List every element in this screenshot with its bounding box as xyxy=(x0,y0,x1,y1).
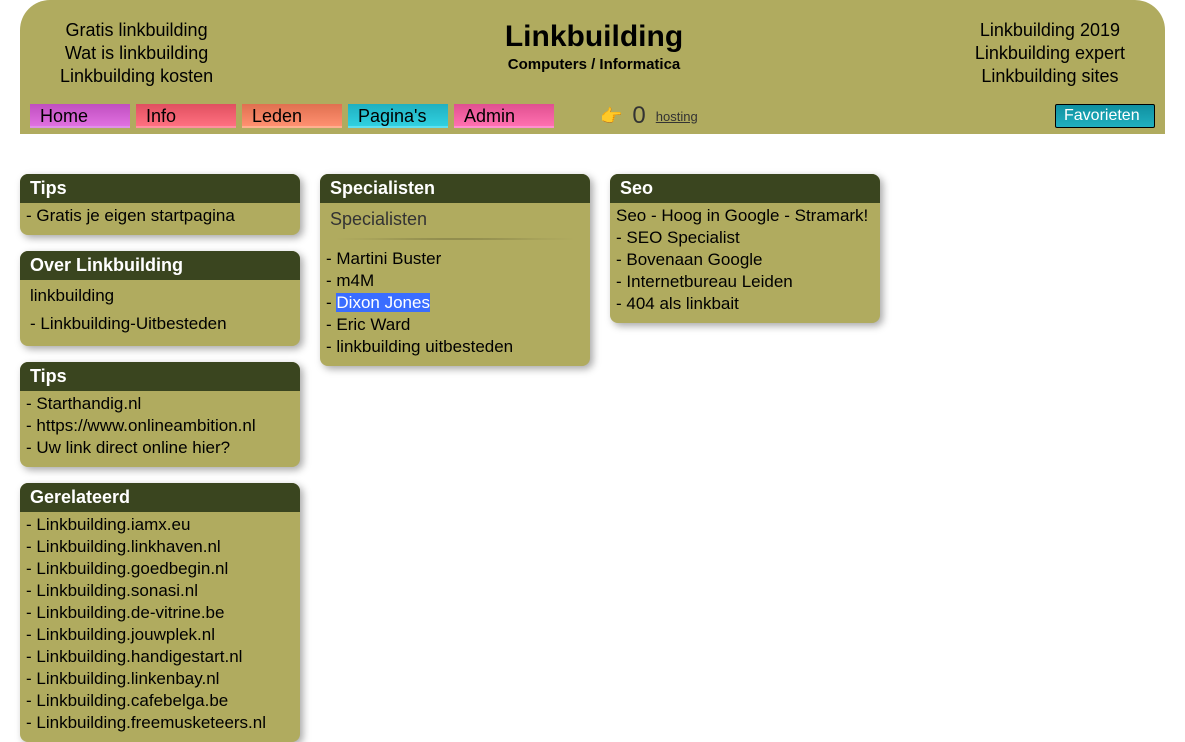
list-link[interactable]: Linkbuilding.handigestart.nl xyxy=(36,647,242,666)
header: Gratis linkbuilding Wat is linkbuilding … xyxy=(20,0,1165,134)
list-item[interactable]: Linkbuilding.freemusketeers.nl xyxy=(26,712,294,734)
header-left-link[interactable]: Gratis linkbuilding xyxy=(66,20,208,41)
list-link[interactable]: Eric Ward xyxy=(336,315,410,334)
nav-hosting-link[interactable]: hosting xyxy=(656,109,698,124)
list-item[interactable]: Bovenaan Google xyxy=(616,249,874,271)
box-header: Seo xyxy=(610,174,880,203)
box-tips-2: Tips Starthandig.nl https://www.onlineam… xyxy=(20,362,300,467)
header-right-link[interactable]: Linkbuilding expert xyxy=(975,43,1125,64)
list-link[interactable]: Linkbuilding.goedbegin.nl xyxy=(36,559,228,578)
list-item[interactable]: Linkbuilding-Uitbesteden xyxy=(26,310,294,338)
list-item[interactable]: Linkbuilding.linkhaven.nl xyxy=(26,536,294,558)
box-list: Martini Buster m4M Dixon Jones Eric Ward… xyxy=(320,246,590,360)
nav-pagina-button[interactable]: Pagina's xyxy=(348,104,448,128)
list-link[interactable]: Linkbuilding-Uitbesteden xyxy=(40,314,226,333)
nav-admin-button[interactable]: Admin xyxy=(454,104,554,128)
box-header: Gerelateerd xyxy=(20,483,300,512)
list-link[interactable]: https://www.onlineambition.nl xyxy=(36,416,255,435)
list-link[interactable]: Gratis je eigen startpagina xyxy=(36,206,234,225)
box-tips-1: Tips Gratis je eigen startpagina xyxy=(20,174,300,235)
box-header: Over Linkbuilding xyxy=(20,251,300,280)
list-item[interactable]: Eric Ward xyxy=(326,314,584,336)
list-link[interactable]: Linkbuilding.linkenbay.nl xyxy=(36,669,219,688)
list-item[interactable]: Linkbuilding.jouwplek.nl xyxy=(26,624,294,646)
nav-count: 0 xyxy=(632,102,645,130)
list-link[interactable]: Linkbuilding.freemusketeers.nl xyxy=(36,713,266,732)
list-link[interactable]: SEO Specialist xyxy=(626,228,739,247)
list-link[interactable]: linkbuilding xyxy=(30,286,114,305)
box-list: linkbuilding Linkbuilding-Uitbesteden xyxy=(20,280,300,340)
list-item[interactable]: Martini Buster xyxy=(326,248,584,270)
list-link[interactable]: Linkbuilding.sonasi.nl xyxy=(36,581,198,600)
list-item[interactable]: Gratis je eigen startpagina xyxy=(26,205,294,227)
nav-leden-button[interactable]: Leden xyxy=(242,104,342,128)
page-subtitle: Computers / Informatica xyxy=(505,56,683,73)
page-title: Linkbuilding xyxy=(505,20,683,54)
list-item[interactable]: Linkbuilding.cafebelga.be xyxy=(26,690,294,712)
list-item[interactable]: https://www.onlineambition.nl xyxy=(26,415,294,437)
header-center: Linkbuilding Computers / Informatica xyxy=(505,20,683,87)
list-link[interactable]: Bovenaan Google xyxy=(626,250,762,269)
list-item[interactable]: SEO Specialist xyxy=(616,227,874,249)
box-list: Starthandig.nl https://www.onlineambitio… xyxy=(20,391,300,461)
list-link[interactable]: Seo - Hoog in Google - Stramark! xyxy=(616,206,868,225)
box-over-linkbuilding: Over Linkbuilding linkbuilding Linkbuild… xyxy=(20,251,300,346)
list-item[interactable]: Starthandig.nl xyxy=(26,393,294,415)
list-link[interactable]: m4M xyxy=(336,271,374,290)
box-header: Specialisten xyxy=(320,174,590,203)
list-item[interactable]: linkbuilding xyxy=(26,282,294,310)
list-item[interactable]: Uw link direct online hier? xyxy=(26,437,294,459)
nav-row: Home Info Leden Pagina's Admin 👉 0 hosti… xyxy=(20,102,1165,134)
header-right-links: Linkbuilding 2019 Linkbuilding expert Li… xyxy=(975,20,1125,87)
list-link[interactable]: Linkbuilding.iamx.eu xyxy=(36,515,190,534)
list-item[interactable]: Linkbuilding.de-vitrine.be xyxy=(26,602,294,624)
list-link[interactable]: Martini Buster xyxy=(336,249,441,268)
box-sublabel: Specialisten xyxy=(320,203,590,234)
header-left-link[interactable]: Linkbuilding kosten xyxy=(60,66,213,87)
box-list: Gratis je eigen startpagina xyxy=(20,203,300,229)
nav-favorieten-button[interactable]: Favorieten xyxy=(1055,104,1155,128)
box-seo: Seo Seo - Hoog in Google - Stramark! SEO… xyxy=(610,174,880,323)
list-link[interactable]: Starthandig.nl xyxy=(36,394,141,413)
nav-info-button[interactable]: Info xyxy=(136,104,236,128)
list-link[interactable]: Linkbuilding.linkhaven.nl xyxy=(36,537,220,556)
box-gerelateerd: Gerelateerd Linkbuilding.iamx.eu Linkbui… xyxy=(20,483,300,742)
box-header: Tips xyxy=(20,174,300,203)
list-item[interactable]: Linkbuilding.iamx.eu xyxy=(26,514,294,536)
list-link[interactable]: 404 als linkbait xyxy=(626,294,738,313)
header-right-link[interactable]: Linkbuilding 2019 xyxy=(980,20,1120,41)
box-specialisten: Specialisten Specialisten Martini Buster… xyxy=(320,174,590,366)
list-link[interactable]: Uw link direct online hier? xyxy=(36,438,230,457)
header-left-links: Gratis linkbuilding Wat is linkbuilding … xyxy=(60,20,213,87)
list-item[interactable]: Linkbuilding.handigestart.nl xyxy=(26,646,294,668)
list-item[interactable]: Linkbuilding.sonasi.nl xyxy=(26,580,294,602)
list-link[interactable]: Internetbureau Leiden xyxy=(626,272,792,291)
list-link[interactable]: Linkbuilding.jouwplek.nl xyxy=(36,625,215,644)
pointer-icon: 👉 xyxy=(600,106,622,127)
header-content: Gratis linkbuilding Wat is linkbuilding … xyxy=(20,20,1165,102)
header-left-link[interactable]: Wat is linkbuilding xyxy=(65,43,208,64)
list-item[interactable]: 404 als linkbait xyxy=(616,293,874,315)
header-right-link[interactable]: Linkbuilding sites xyxy=(981,66,1118,87)
box-list: Linkbuilding.iamx.eu Linkbuilding.linkha… xyxy=(20,512,300,736)
list-item[interactable]: Internetbureau Leiden xyxy=(616,271,874,293)
list-item[interactable]: Linkbuilding.linkenbay.nl xyxy=(26,668,294,690)
list-link[interactable]: Linkbuilding.cafebelga.be xyxy=(36,691,228,710)
column-2: Specialisten Specialisten Martini Buster… xyxy=(320,174,590,742)
list-item[interactable]: Seo - Hoog in Google - Stramark! xyxy=(616,205,874,227)
list-item[interactable]: Linkbuilding.goedbegin.nl xyxy=(26,558,294,580)
box-header: Tips xyxy=(20,362,300,391)
column-3: Seo Seo - Hoog in Google - Stramark! SEO… xyxy=(610,174,880,742)
list-link[interactable]: linkbuilding uitbesteden xyxy=(336,337,513,356)
content: Tips Gratis je eigen startpagina Over Li… xyxy=(0,134,1185,742)
list-item-selected[interactable]: Dixon Jones xyxy=(326,292,584,314)
box-list: Seo - Hoog in Google - Stramark! SEO Spe… xyxy=(610,203,880,317)
nav-home-button[interactable]: Home xyxy=(30,104,130,128)
list-link[interactable]: Linkbuilding.de-vitrine.be xyxy=(36,603,224,622)
list-item[interactable]: linkbuilding uitbesteden xyxy=(326,336,584,358)
column-1: Tips Gratis je eigen startpagina Over Li… xyxy=(20,174,300,742)
list-link[interactable]: Dixon Jones xyxy=(336,293,430,312)
list-item[interactable]: m4M xyxy=(326,270,584,292)
divider xyxy=(330,238,580,240)
